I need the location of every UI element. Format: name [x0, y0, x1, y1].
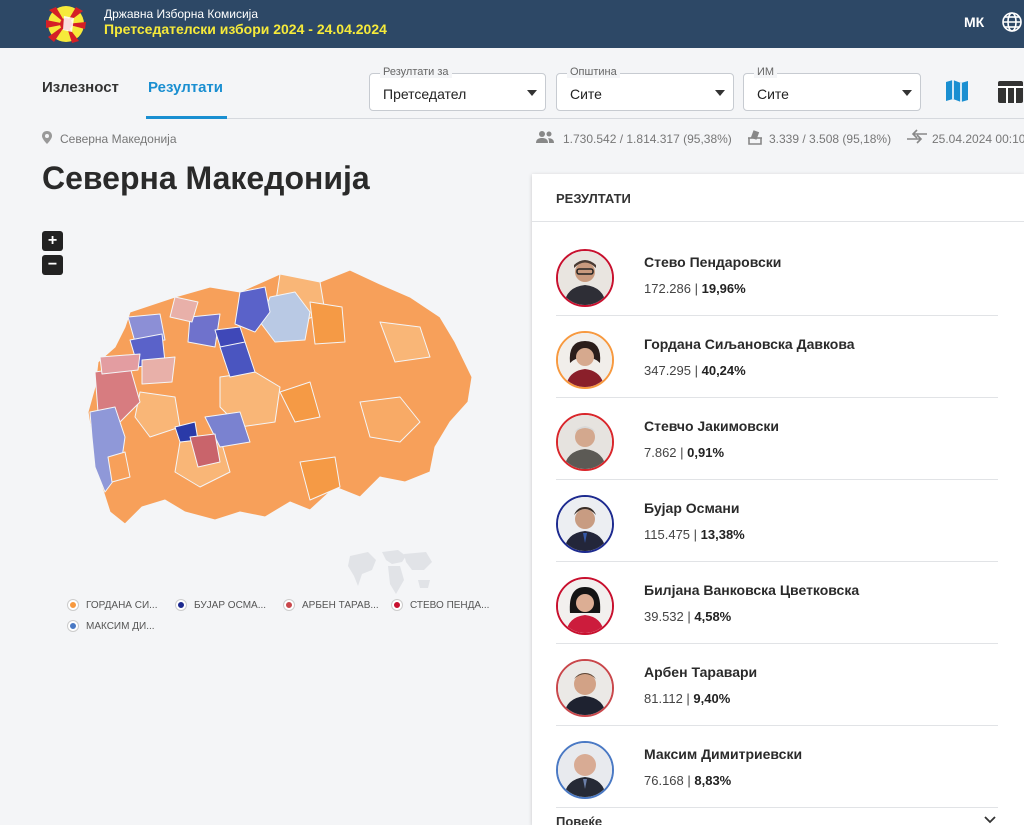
candidate-name: Билјана Ванковска Цветковска — [644, 582, 860, 598]
candidate-name: Стево Пендаровски — [644, 254, 782, 270]
person-icon — [558, 743, 612, 797]
candidate-name: Гордана Сиљановска Давкова — [644, 336, 855, 352]
municipality-select[interactable]: Општина Сите — [556, 66, 734, 111]
panel-divider — [532, 221, 1024, 222]
page-title: Северна Македонија — [42, 160, 370, 196]
ballot-box-icon — [748, 130, 762, 145]
map-icon[interactable] — [944, 78, 970, 104]
people-icon — [536, 131, 554, 143]
language-selector[interactable]: МК — [964, 14, 984, 30]
zoom-in-button[interactable]: + — [42, 231, 63, 251]
legend-item[interactable]: БУЈАР ОСМА... — [176, 600, 266, 611]
candidate-avatar — [556, 577, 614, 635]
legend-item[interactable]: АРБЕН ТАРАВ... — [284, 600, 379, 611]
person-icon — [558, 415, 612, 469]
candidate-row[interactable]: Гордана Сиљановска Давкова 347.295 | 40,… — [556, 316, 998, 398]
polling-station-select[interactable]: ИМ Сите — [743, 66, 921, 111]
caret-down-icon — [902, 90, 912, 96]
top-bar: Државна Изборна Комисија Претседателски … — [0, 0, 1024, 48]
active-tab-indicator — [146, 116, 227, 119]
municipality-region[interactable] — [309, 301, 346, 345]
municipality-map[interactable] — [80, 262, 480, 542]
candidate-name: Стевчо Јакимовски — [644, 418, 779, 434]
caret-down-icon — [527, 90, 537, 96]
candidate-row[interactable]: Максим Димитриевски 76.168 | 8,83% — [556, 726, 998, 808]
tab-turnout[interactable]: Излезност — [42, 79, 119, 96]
person-icon — [558, 579, 612, 633]
world-watermark-icon — [348, 550, 432, 594]
candidate-avatar — [556, 331, 614, 389]
candidate-votes: 115.475 | 13,38% — [644, 527, 745, 542]
results-for-value: Претседател — [383, 86, 467, 102]
candidate-avatar — [556, 495, 614, 553]
candidate-votes: 172.286 | 19,96% — [644, 281, 746, 296]
candidate-row[interactable]: Билјана Ванковска Цветковска 39.532 | 4,… — [556, 562, 998, 644]
legend-swatch — [176, 600, 186, 610]
municipality-label: Општина — [567, 66, 620, 78]
legend-swatch — [68, 600, 78, 610]
legend-swatch — [68, 621, 78, 631]
results-panel: РЕЗУЛТАТИ Стево Пендаровски 172.286 | 19… — [532, 174, 1024, 825]
legend-swatch — [392, 600, 402, 610]
person-icon — [558, 251, 612, 305]
sync-arrows-icon — [907, 129, 927, 144]
person-icon — [558, 661, 612, 715]
candidate-votes: 347.295 | 40,24% — [644, 363, 746, 378]
polling-station-label: ИМ — [754, 66, 778, 78]
results-for-select[interactable]: Резултати за Претседател — [369, 66, 546, 111]
legend-label: СТЕВО ПЕНДА... — [410, 600, 490, 611]
candidate-avatar — [556, 249, 614, 307]
voters-stat: 1.730.542 / 1.814.317 (95,38%) — [563, 132, 732, 146]
candidate-row[interactable]: Арбен Таравари 81.112 | 9,40% — [556, 644, 998, 726]
election-title[interactable]: Претседателски избори 2024 - 24.04.2024 — [104, 21, 387, 37]
show-more-button[interactable]: Повеќе — [556, 814, 602, 825]
candidate-name: Бујар Османи — [644, 500, 740, 516]
candidate-name: Максим Димитриевски — [644, 746, 803, 762]
candidate-avatar — [556, 741, 614, 799]
candidate-name: Арбен Таравари — [644, 664, 758, 680]
legend-label: ГОРДАНА СИ... — [86, 600, 158, 611]
polling-station-value: Сите — [757, 86, 789, 102]
last-updated: 25.04.2024 00:10 — [932, 132, 1024, 146]
table-icon[interactable] — [997, 80, 1024, 104]
candidate-row[interactable]: Стевчо Јакимовски 7.862 | 0,91% — [556, 398, 998, 480]
person-icon — [558, 333, 612, 387]
chevron-down-icon[interactable] — [984, 816, 996, 824]
legend-label: БУЈАР ОСМА... — [194, 600, 267, 611]
candidate-avatar — [556, 413, 614, 471]
municipality-value: Сите — [570, 86, 602, 102]
caret-down-icon — [715, 90, 725, 96]
candidate-votes: 7.862 | 0,91% — [644, 445, 725, 460]
candidate-votes: 39.532 | 4,58% — [644, 609, 732, 624]
person-icon — [558, 497, 612, 551]
legend-item[interactable]: МАКСИМ ДИ... — [68, 621, 155, 632]
sdk-logo[interactable] — [44, 4, 88, 44]
legend-item[interactable]: ГОРДАНА СИ... — [68, 600, 158, 611]
candidate-row[interactable]: Бујар Османи 115.475 | 13,38% — [556, 480, 998, 562]
legend-item[interactable]: СТЕВО ПЕНДА... — [392, 600, 489, 611]
results-panel-title: РЕЗУЛТАТИ — [556, 191, 631, 206]
results-for-label: Резултати за — [380, 66, 452, 78]
candidate-votes: 81.112 | 9,40% — [644, 691, 731, 706]
legend-label: АРБЕН ТАРАВ... — [302, 600, 379, 611]
legend-swatch — [284, 600, 294, 610]
candidate-avatar — [556, 659, 614, 717]
municipality-region[interactable] — [141, 356, 176, 385]
zoom-out-button[interactable]: − — [42, 255, 63, 275]
org-name: Државна Изборна Комисија — [104, 7, 259, 21]
location-pin-icon — [42, 131, 52, 144]
legend-label: МАКСИМ ДИ... — [86, 621, 155, 632]
breadcrumb[interactable]: Северна Македонија — [60, 132, 177, 146]
candidate-votes: 76.168 | 8,83% — [644, 773, 732, 788]
tab-results[interactable]: Резултати — [148, 79, 223, 96]
polling-stations-stat: 3.339 / 3.508 (95,18%) — [769, 132, 892, 146]
globe-icon[interactable] — [1001, 11, 1023, 33]
tabs-divider — [227, 118, 1024, 119]
candidate-row[interactable]: Стево Пендаровски 172.286 | 19,96% — [556, 234, 998, 316]
